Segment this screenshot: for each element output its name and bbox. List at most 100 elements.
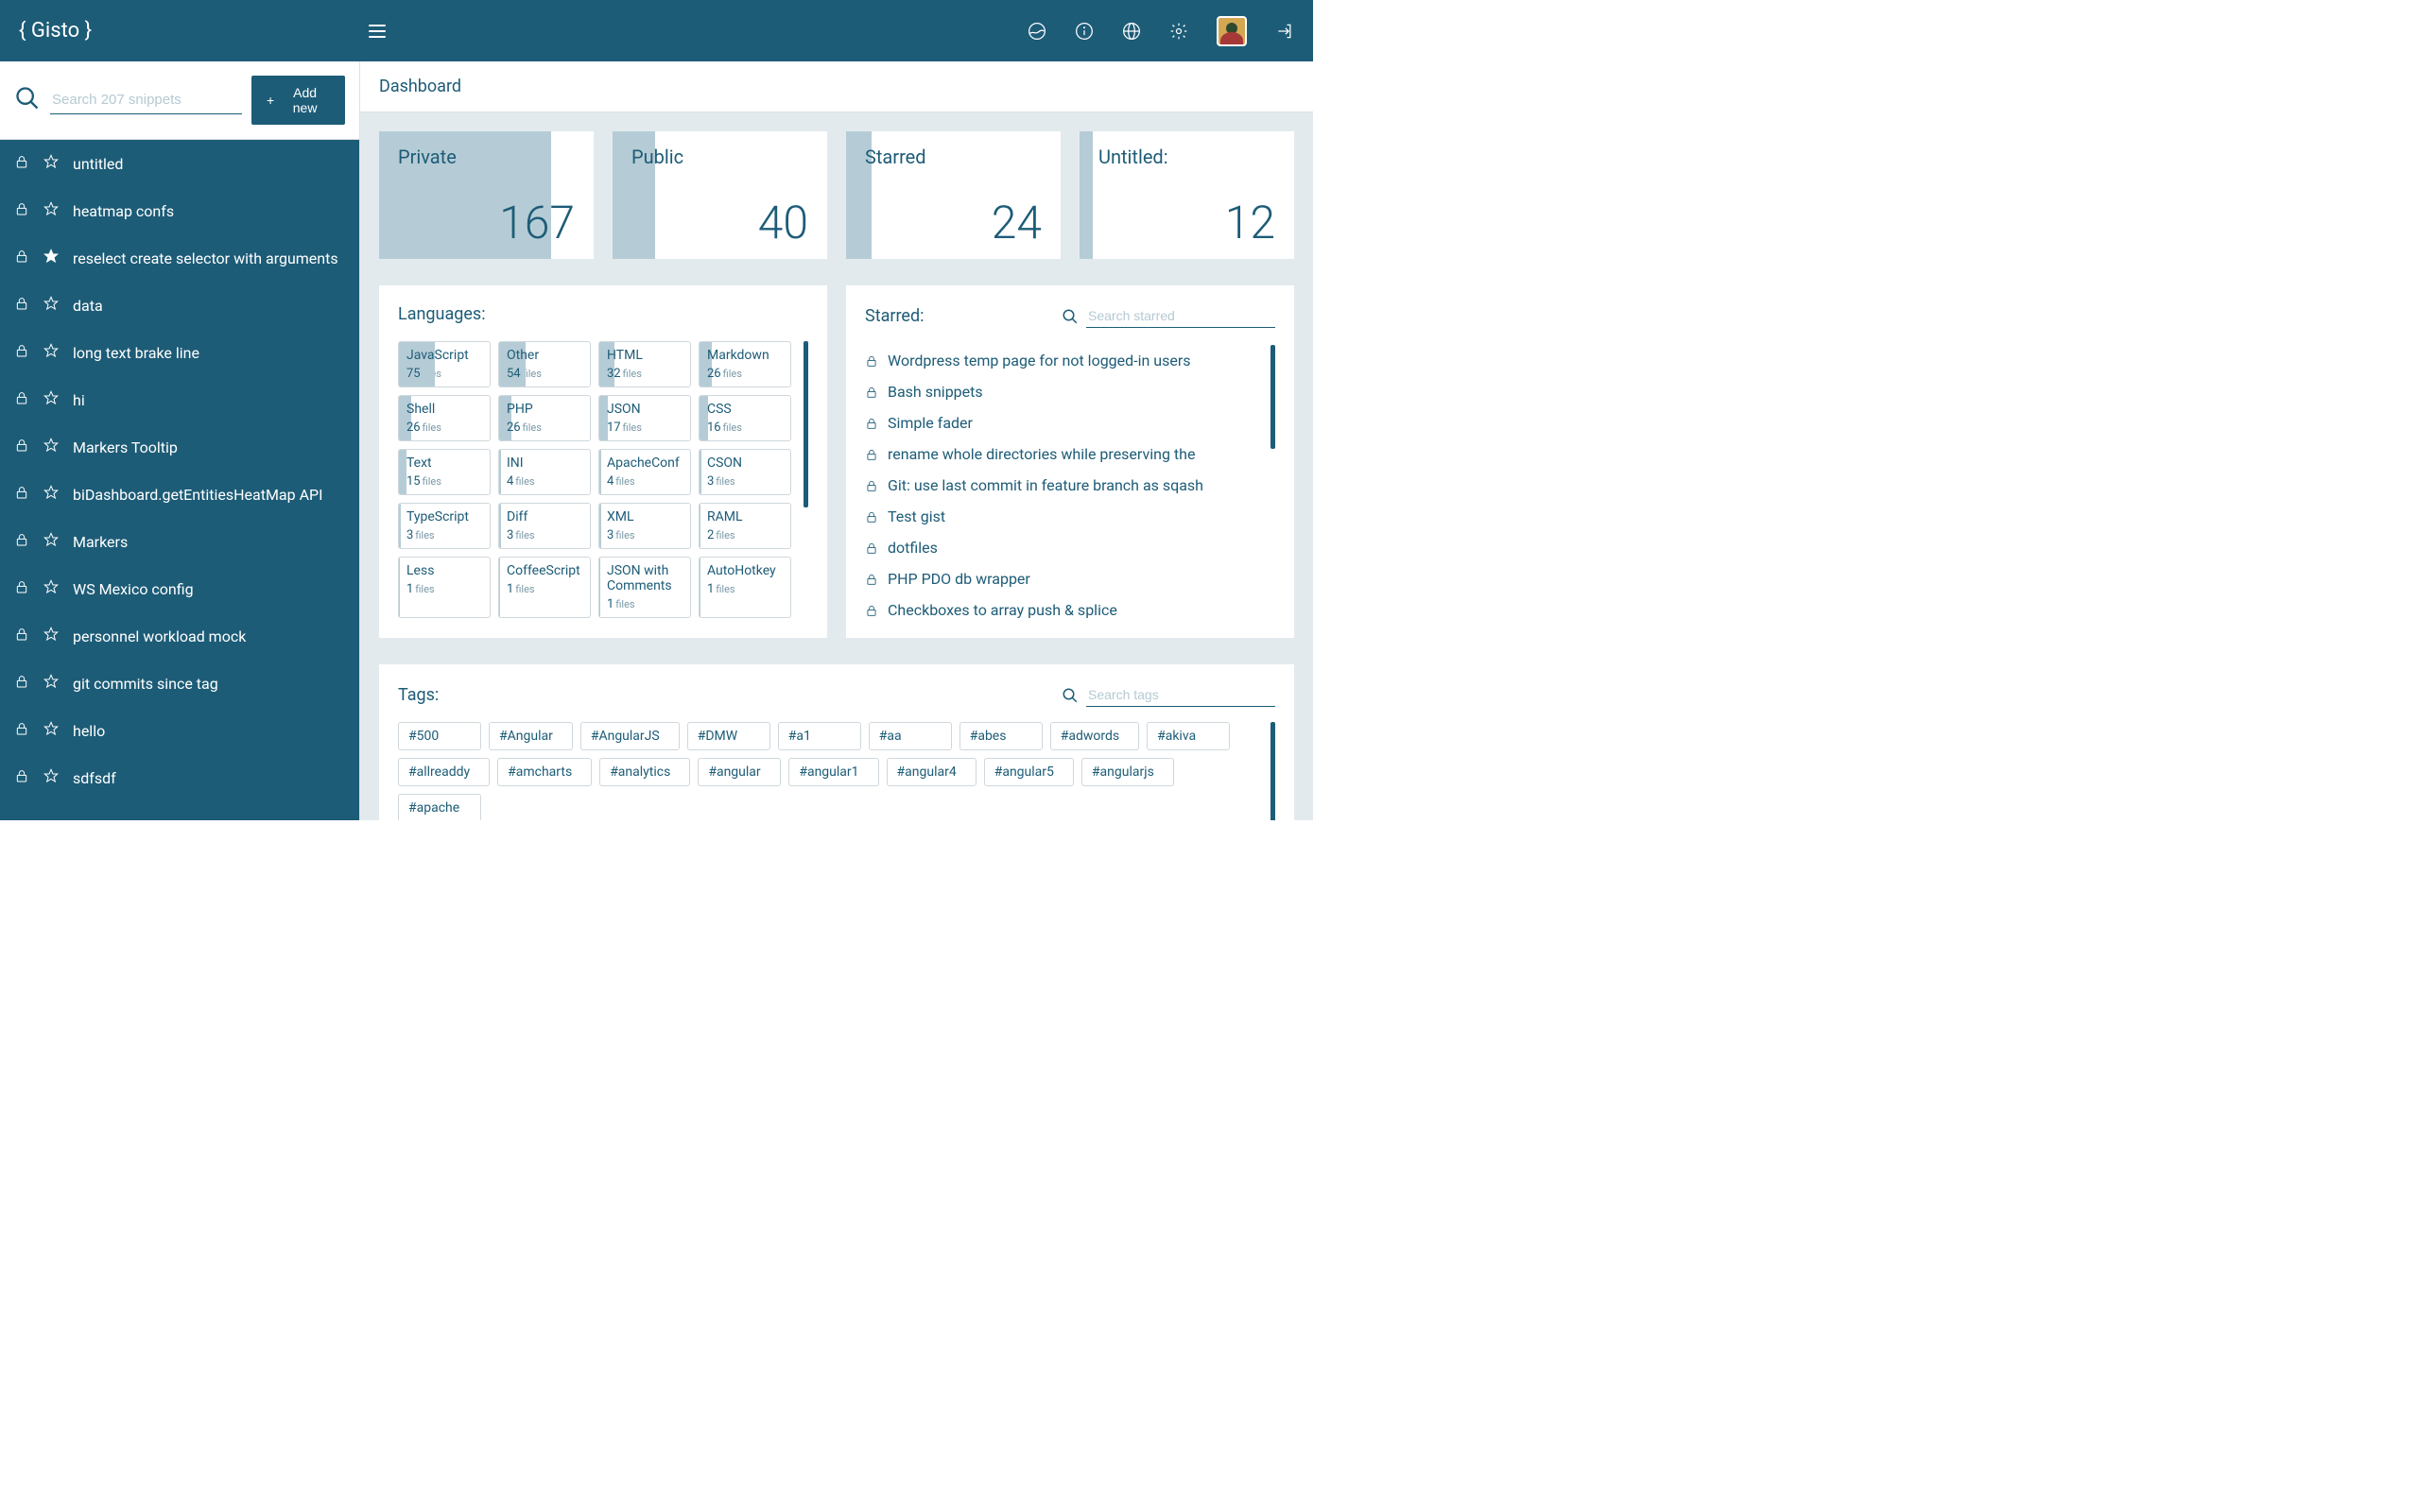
search-input[interactable]	[50, 86, 242, 114]
star-icon[interactable]	[43, 201, 59, 220]
snippet-item[interactable]: git commits since tag	[0, 660, 359, 707]
language-card[interactable]: CoffeeScript1files	[498, 557, 591, 618]
snippet-item[interactable]: data	[0, 282, 359, 329]
tag[interactable]: #AngularJS	[580, 722, 680, 750]
star-icon[interactable]	[43, 296, 59, 315]
tag[interactable]: #Angular	[489, 722, 573, 750]
star-icon[interactable]	[43, 390, 59, 409]
language-card[interactable]: CSS16files	[699, 395, 791, 441]
starred-item[interactable]: PHP PDO db wrapper	[865, 563, 1258, 594]
star-icon[interactable]	[43, 485, 59, 504]
chart-icon[interactable]	[1028, 22, 1046, 41]
star-icon[interactable]	[43, 154, 59, 173]
settings-icon[interactable]	[1169, 22, 1188, 41]
snippet-item[interactable]: untitled	[0, 140, 359, 187]
tag[interactable]: #angular4	[887, 758, 977, 786]
search-icon[interactable]	[1062, 308, 1079, 325]
header-menu-toggle[interactable]	[369, 25, 386, 38]
star-icon[interactable]	[43, 627, 59, 645]
language-card[interactable]: Less1files	[398, 557, 491, 618]
scrollbar[interactable]	[1270, 345, 1275, 449]
star-icon[interactable]	[43, 579, 59, 598]
tag[interactable]: #analytics	[599, 758, 690, 786]
tag[interactable]: #abes	[959, 722, 1043, 750]
snippet-item[interactable]: personnel workload mock	[0, 612, 359, 660]
star-icon[interactable]	[43, 438, 59, 456]
language-count: 54	[507, 367, 521, 381]
tag[interactable]: #DMW	[687, 722, 770, 750]
tag[interactable]: #adwords	[1050, 722, 1139, 750]
starred-item[interactable]: Bash snippets	[865, 376, 1258, 407]
globe-icon[interactable]	[1122, 22, 1141, 41]
snippet-item[interactable]: Markers	[0, 518, 359, 565]
tag[interactable]: #allreaddy	[398, 758, 490, 786]
language-card[interactable]: Text15files	[398, 449, 491, 495]
tags-search-input[interactable]	[1086, 683, 1275, 707]
star-icon[interactable]	[43, 768, 59, 787]
language-card[interactable]: INI4files	[498, 449, 591, 495]
star-icon[interactable]	[43, 249, 59, 267]
starred-item[interactable]: Test gist	[865, 501, 1258, 532]
language-card[interactable]: XML3files	[598, 503, 691, 549]
stat-card[interactable]: Starred24	[846, 131, 1061, 259]
tag[interactable]: #amcharts	[497, 758, 592, 786]
star-icon[interactable]	[43, 721, 59, 740]
language-card[interactable]: CSON3files	[699, 449, 791, 495]
snippet-item[interactable]: long text brake line	[0, 329, 359, 376]
tag[interactable]: #aa	[869, 722, 952, 750]
add-new-button[interactable]: +Add new	[251, 76, 345, 125]
starred-item[interactable]: dotfiles	[865, 532, 1258, 563]
language-card[interactable]: RAML2files	[699, 503, 791, 549]
star-icon[interactable]	[43, 532, 59, 551]
starred-item[interactable]: rename whole directories while preservin…	[865, 438, 1258, 470]
language-card[interactable]: ApacheConf4files	[598, 449, 691, 495]
user-avatar[interactable]	[1217, 16, 1247, 46]
snippet-item[interactable]: sdfsdf	[0, 754, 359, 801]
language-card[interactable]: Other54files	[498, 341, 591, 387]
scrollbar[interactable]	[804, 341, 808, 507]
starred-search-input[interactable]	[1086, 304, 1275, 328]
snippet-item[interactable]: Markers Tooltip	[0, 423, 359, 471]
snippet-item[interactable]: reselect create selector with arguments	[0, 234, 359, 282]
stat-card[interactable]: Public40	[613, 131, 827, 259]
language-card[interactable]: JSON with Comments1files	[598, 557, 691, 618]
logout-icon[interactable]	[1275, 22, 1294, 41]
snippet-item[interactable]: hello	[0, 707, 359, 754]
tag[interactable]: #angular	[698, 758, 781, 786]
language-card[interactable]: Markdown26files	[699, 341, 791, 387]
tag[interactable]: #akiva	[1147, 722, 1230, 750]
tag[interactable]: #angular5	[984, 758, 1074, 786]
language-card[interactable]: PHP26files	[498, 395, 591, 441]
starred-item[interactable]: Simple fader	[865, 407, 1258, 438]
stat-card[interactable]: Private167	[379, 131, 594, 259]
tag[interactable]: #angular1	[788, 758, 878, 786]
starred-item[interactable]: Git: use last commit in feature branch a…	[865, 470, 1258, 501]
language-card[interactable]: JSON17files	[598, 395, 691, 441]
language-card[interactable]: JavaScript75files	[398, 341, 491, 387]
tag[interactable]: #a1	[778, 722, 861, 750]
search-icon[interactable]	[14, 85, 41, 115]
snippet-item[interactable]: WS Mexico config	[0, 565, 359, 612]
scrollbar[interactable]	[1270, 722, 1275, 820]
files-label: files	[523, 421, 542, 434]
stat-value: 40	[758, 196, 808, 249]
tag[interactable]: #angularjs	[1081, 758, 1174, 786]
tag[interactable]: #500	[398, 722, 481, 750]
starred-item[interactable]: Checkboxes to array push & splice	[865, 594, 1258, 619]
info-icon[interactable]	[1075, 22, 1094, 41]
language-card[interactable]: TypeScript3files	[398, 503, 491, 549]
language-card[interactable]: Diff3files	[498, 503, 591, 549]
language-name: PHP	[507, 402, 582, 417]
search-icon[interactable]	[1062, 687, 1079, 704]
stat-card[interactable]: Untitled:12	[1080, 131, 1294, 259]
tag[interactable]: #apache	[398, 794, 481, 820]
snippet-item[interactable]: biDashboard.getEntitiesHeatMap API	[0, 471, 359, 518]
star-icon[interactable]	[43, 674, 59, 693]
snippet-item[interactable]: hi	[0, 376, 359, 423]
language-card[interactable]: Shell26files	[398, 395, 491, 441]
star-icon[interactable]	[43, 343, 59, 362]
language-card[interactable]: AutoHotkey1files	[699, 557, 791, 618]
snippet-item[interactable]: heatmap confs	[0, 187, 359, 234]
language-card[interactable]: HTML32files	[598, 341, 691, 387]
starred-item[interactable]: Wordpress temp page for not logged-in us…	[865, 345, 1258, 376]
